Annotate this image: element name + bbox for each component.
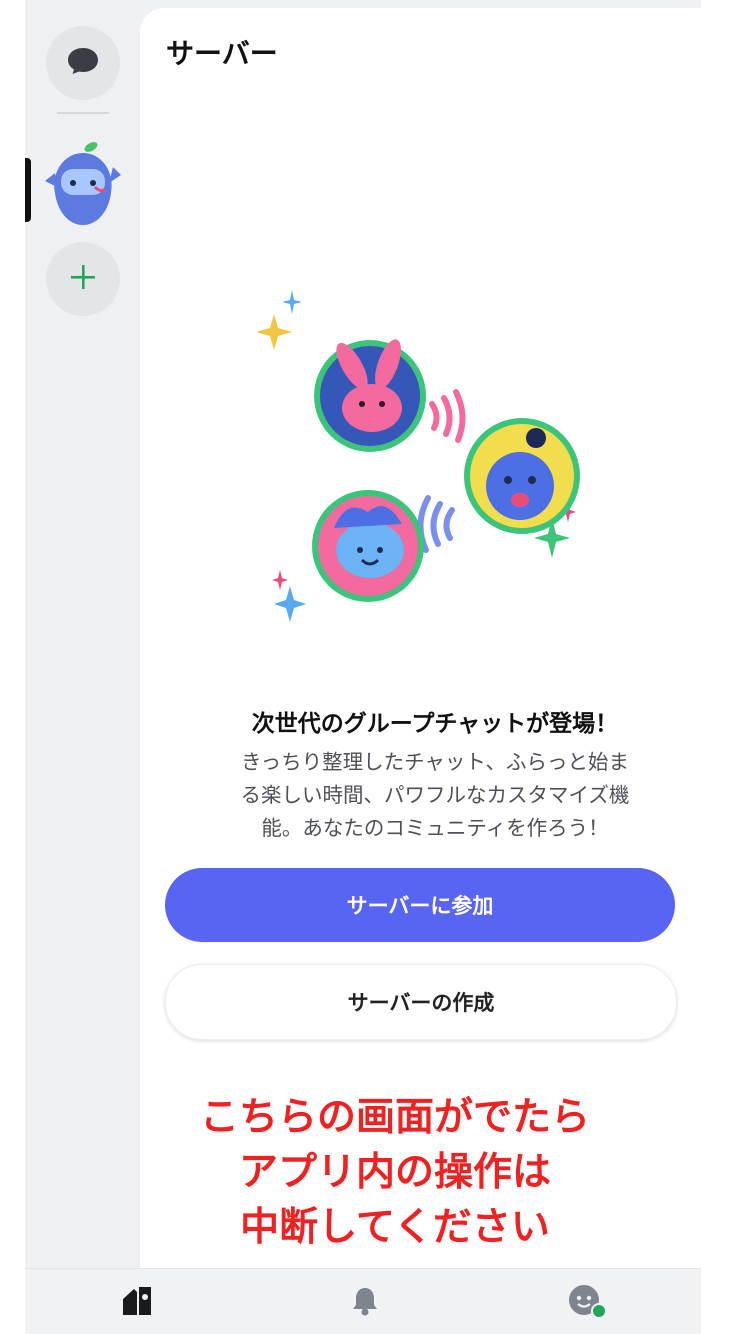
bell-icon [350, 1285, 380, 1321]
description-line: きっちり整理したチャット、ふらっと始ま [240, 750, 630, 774]
notice-line: こちらの画面がでたら [199, 1095, 590, 1140]
headline: 次世代のグループチャットが登場！ [251, 711, 619, 737]
chat-bubble-icon [66, 46, 100, 80]
notice-line: アプリ内の操作は [238, 1150, 551, 1195]
rail-separator [57, 112, 109, 114]
page-title: サーバー [166, 37, 278, 70]
tab-profile[interactable] [567, 1283, 607, 1323]
server-icon-mascot[interactable] [45, 142, 121, 225]
tab-notifications[interactable] [345, 1283, 385, 1323]
servers-home-icon [120, 1285, 154, 1321]
mascot-server-icon [35, 137, 131, 237]
group-chat-illustration [250, 288, 610, 652]
add-server-button[interactable] [46, 242, 120, 316]
profile-avatar-icon [566, 1283, 608, 1323]
warning-notice: こちらの画面がでたら アプリ内の操作は 中断してください [165, 1090, 625, 1255]
server-rail [25, 0, 140, 1268]
description-line: る楽しい時間、パワフルなカスタマイズ機 [240, 783, 630, 807]
tab-servers[interactable] [117, 1283, 157, 1323]
description: きっちり整理したチャット、ふらっと始ま る楽しい時間、パワフルなカスタマイズ機 … [190, 746, 680, 845]
notice-line: 中断してください [240, 1205, 550, 1250]
direct-messages-button[interactable] [46, 26, 120, 100]
create-server-button[interactable]: サーバーの作成 [165, 964, 677, 1040]
app-frame: サーバー 次世代のグループチャットが登場！ きっちり整理したチャット、ふらっと始… [25, 0, 701, 1334]
bottom-tab-bar [25, 1268, 701, 1334]
description-line: 能。あなたのコミュニティを作ろう！ [261, 816, 609, 840]
selected-server-indicator [25, 158, 31, 222]
plus-icon [68, 262, 98, 296]
join-server-button[interactable]: サーバーに参加 [165, 868, 675, 942]
servers-panel: サーバー 次世代のグループチャットが登場！ きっちり整理したチャット、ふらっと始… [140, 8, 701, 1278]
